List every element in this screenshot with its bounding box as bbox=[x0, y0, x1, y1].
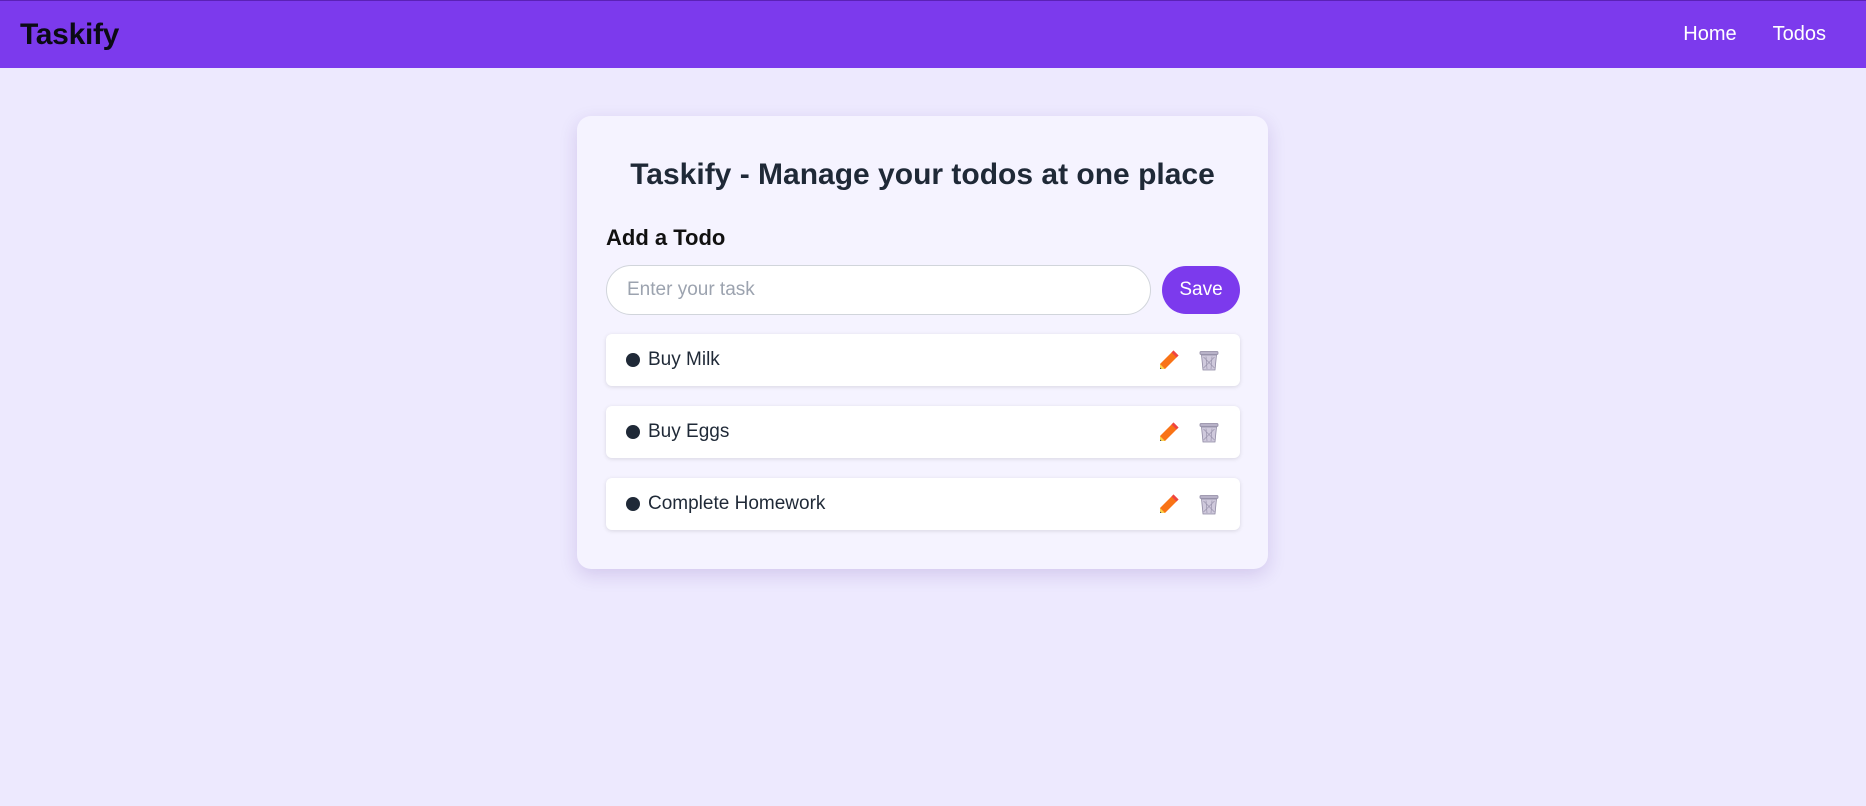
save-button[interactable]: Save bbox=[1162, 266, 1240, 314]
todo-text: Complete Homework bbox=[648, 493, 826, 514]
trash-icon[interactable] bbox=[1196, 347, 1222, 373]
add-todo-heading: Add a Todo bbox=[606, 225, 726, 250]
todo-item: Complete Homework bbox=[606, 478, 1240, 530]
todo-item: Buy Eggs bbox=[606, 406, 1240, 458]
bullet-icon bbox=[626, 497, 640, 511]
todo-list: Buy Milk Buy Eggs Complete Homework bbox=[606, 334, 1240, 550]
nav-link-todos[interactable]: Todos bbox=[1773, 23, 1826, 46]
nav-link-home[interactable]: Home bbox=[1683, 23, 1736, 46]
todo-card: Taskify - Manage your todos at one place… bbox=[577, 116, 1268, 569]
pencil-icon[interactable] bbox=[1156, 491, 1182, 517]
brand-logo[interactable]: Taskify bbox=[20, 18, 119, 52]
todo-item: Buy Milk bbox=[606, 334, 1240, 386]
todo-text: Buy Eggs bbox=[648, 421, 730, 442]
pencil-icon[interactable] bbox=[1156, 419, 1182, 445]
task-input[interactable] bbox=[606, 265, 1151, 315]
todo-actions bbox=[1156, 347, 1222, 373]
bullet-icon bbox=[626, 425, 640, 439]
nav-links: Home Todos bbox=[1683, 23, 1846, 46]
trash-icon[interactable] bbox=[1196, 419, 1222, 445]
todo-actions bbox=[1156, 491, 1222, 517]
pencil-icon[interactable] bbox=[1156, 347, 1182, 373]
trash-icon[interactable] bbox=[1196, 491, 1222, 517]
todo-actions bbox=[1156, 419, 1222, 445]
page-title: Taskify - Manage your todos at one place bbox=[630, 158, 1215, 191]
todo-text: Buy Milk bbox=[648, 349, 720, 370]
navbar: Taskify Home Todos bbox=[0, 0, 1866, 68]
bullet-icon bbox=[626, 353, 640, 367]
